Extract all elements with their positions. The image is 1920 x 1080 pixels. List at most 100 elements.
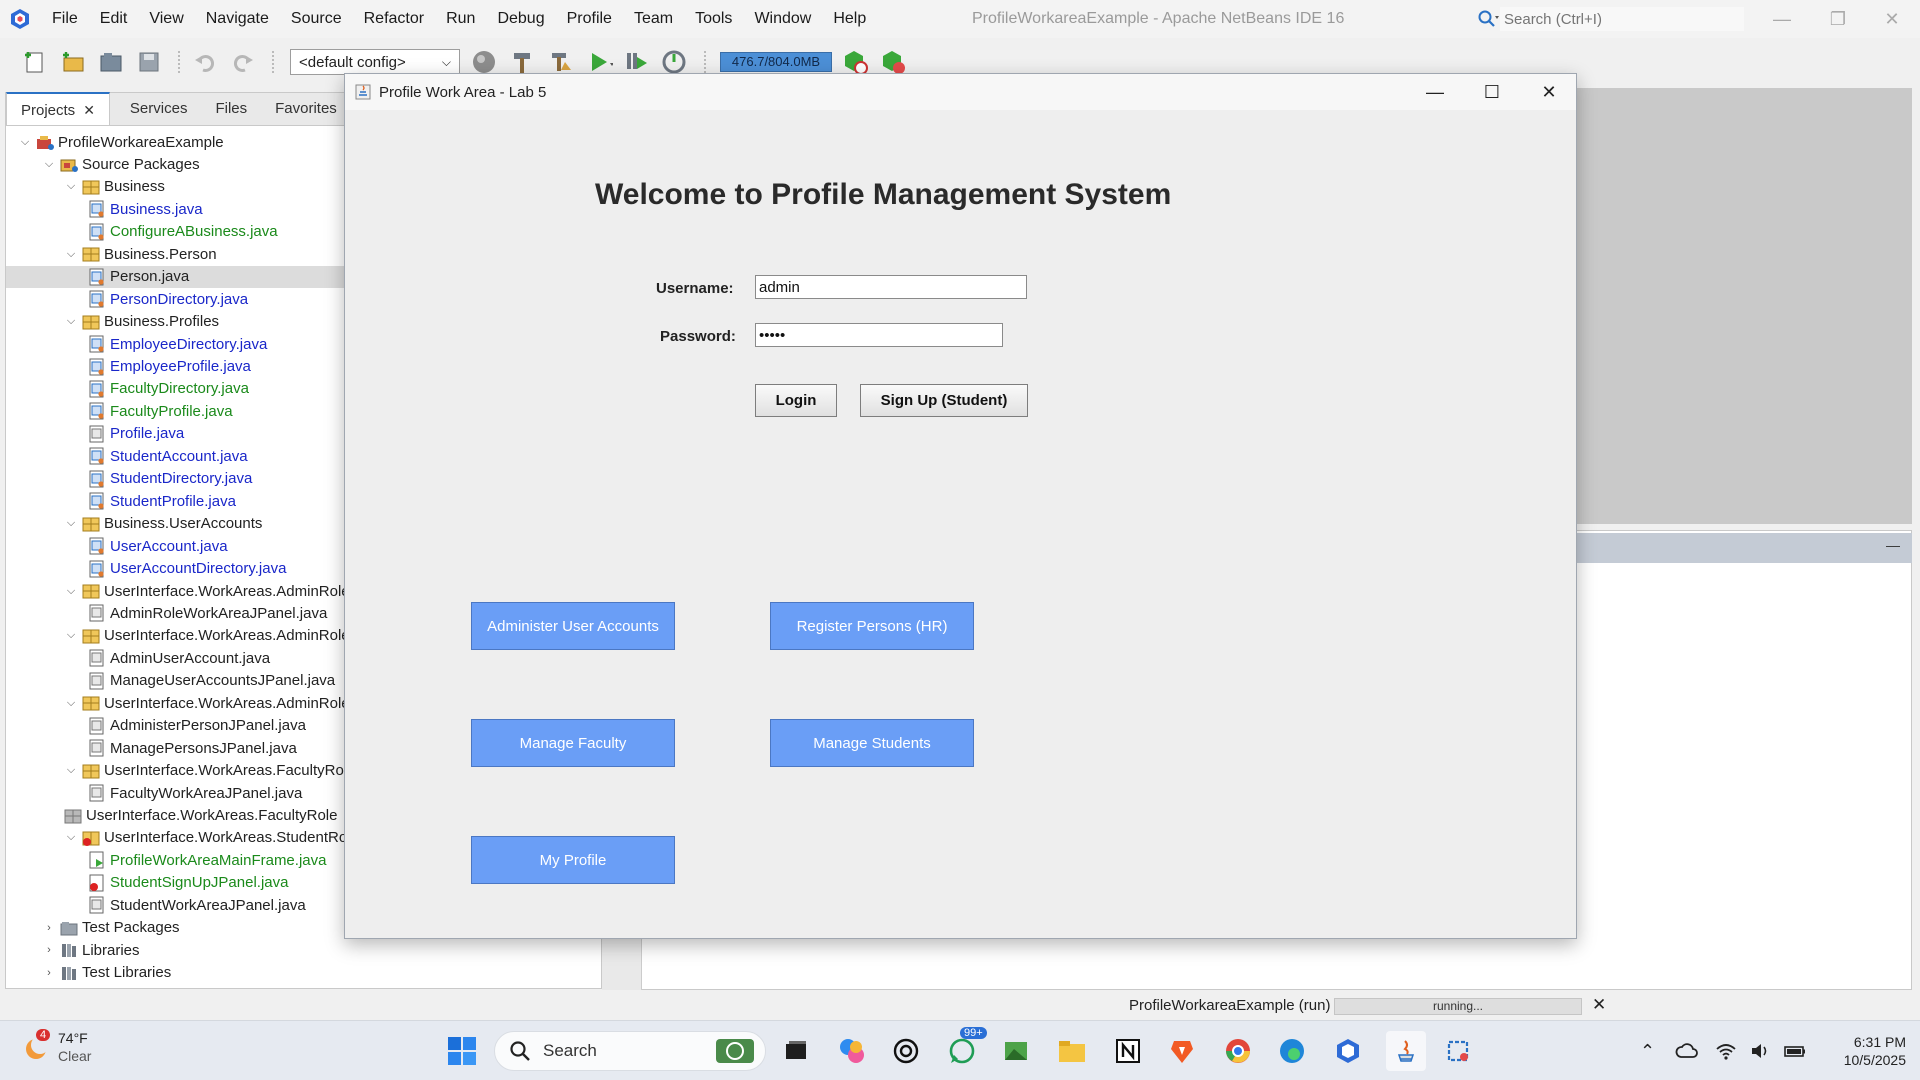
chevron-down-icon[interactable]: ⌵	[64, 629, 78, 642]
new-file-button[interactable]	[18, 45, 52, 79]
redo-button[interactable]	[226, 45, 260, 79]
chevron-right-icon[interactable]: ›	[42, 922, 56, 934]
chevron-down-icon[interactable]: ⌵	[64, 180, 78, 193]
tab-projects[interactable]: Projects ✕	[6, 92, 110, 125]
snipping-tool-button[interactable]	[1442, 1035, 1474, 1067]
manage-faculty-button[interactable]: Manage Faculty	[471, 719, 675, 767]
file-explorer-button[interactable]	[1056, 1035, 1088, 1067]
chevron-right-icon[interactable]: ›	[42, 944, 56, 956]
signup-student-button[interactable]: Sign Up (Student)	[860, 384, 1028, 417]
maximize-icon: ☐	[1483, 81, 1501, 102]
ide-window-title: ProfileWorkareaExample - Apache NetBeans…	[972, 10, 1345, 27]
ide-search[interactable]	[1476, 6, 1750, 32]
chevron-down-icon[interactable]: ⌵	[64, 831, 78, 844]
start-button[interactable]	[446, 1035, 478, 1067]
netbeans-task-button[interactable]	[1332, 1035, 1364, 1067]
javaplain-icon	[88, 717, 106, 735]
brave-button[interactable]	[1166, 1035, 1198, 1067]
minimize-output-icon[interactable]: —	[1886, 537, 1900, 553]
config-dropdown[interactable]: <default config> ⌵	[290, 49, 460, 75]
menu-tools[interactable]: Tools	[684, 0, 743, 38]
copilot-button[interactable]	[836, 1035, 868, 1067]
chevron-down-icon[interactable]: ⌵	[64, 585, 78, 598]
chevron-right-icon[interactable]: ›	[42, 967, 56, 979]
menu-view[interactable]: View	[138, 0, 194, 38]
menu-file[interactable]: File	[41, 0, 89, 38]
app-maximize-button[interactable]: ☐	[1463, 74, 1521, 110]
app-close-button[interactable]: ✕	[1520, 74, 1578, 110]
ide-minimize-button[interactable]: —	[1754, 0, 1810, 38]
menu-debug[interactable]: Debug	[486, 0, 555, 38]
register-persons-button[interactable]: Register Persons (HR)	[770, 602, 974, 650]
menu-run[interactable]: Run	[435, 0, 486, 38]
menu-refactor[interactable]: Refactor	[353, 0, 435, 38]
task-view-button[interactable]	[780, 1035, 812, 1067]
tab-services[interactable]: Services	[116, 92, 202, 125]
tree-node[interactable]: › Test Libraries	[6, 962, 601, 984]
folder-icon	[60, 919, 78, 937]
tab-files[interactable]: Files	[201, 92, 261, 125]
administer-user-accounts-button[interactable]: Administer User Accounts	[471, 602, 675, 650]
menu-help[interactable]: Help	[822, 0, 877, 38]
manage-students-button[interactable]: Manage Students	[770, 719, 974, 767]
pkg-icon	[82, 313, 100, 331]
wifi-icon[interactable]	[1715, 1041, 1737, 1061]
ide-search-input[interactable]	[1500, 7, 1744, 31]
memory-usage-bar[interactable]: 476.7/804.0MB	[720, 52, 832, 72]
new-project-icon	[63, 52, 84, 72]
tree-node-label: StudentProfile.java	[110, 492, 236, 510]
edge-button[interactable]	[1276, 1035, 1308, 1067]
weather-widget[interactable]: 4 74°F Clear	[22, 1029, 91, 1065]
login-button[interactable]: Login	[755, 384, 837, 417]
menu-profile[interactable]: Profile	[556, 0, 623, 38]
run-task-label[interactable]: ProfileWorkareaExample (run)	[1129, 992, 1330, 1020]
menu-edit[interactable]: Edit	[89, 0, 139, 38]
javaplain-icon	[88, 896, 106, 914]
open-project-button[interactable]	[94, 45, 128, 79]
password-label: Password:	[660, 328, 736, 345]
menu-window[interactable]: Window	[743, 0, 822, 38]
username-field[interactable]	[755, 275, 1027, 299]
chevron-down-icon[interactable]: ⌵	[18, 136, 32, 149]
close-icon[interactable]: ✕	[1592, 995, 1606, 1015]
toolbar-separator	[272, 51, 274, 73]
chevron-down-icon[interactable]: ⌵	[42, 158, 56, 171]
undo-button[interactable]	[188, 45, 222, 79]
save-all-button[interactable]	[132, 45, 166, 79]
cloud-icon[interactable]	[1675, 1041, 1699, 1061]
notion-button[interactable]	[1112, 1035, 1144, 1067]
battery-icon[interactable]	[1783, 1041, 1807, 1061]
taskbar-search[interactable]: Search	[494, 1031, 766, 1071]
chevron-down-icon[interactable]: ⌵	[64, 697, 78, 710]
chevron-down-icon[interactable]: ⌵	[64, 248, 78, 261]
ide-close-button[interactable]: ✕	[1864, 0, 1920, 38]
chrome-button[interactable]	[1222, 1035, 1254, 1067]
tab-projects-label: Projects	[21, 102, 76, 119]
ide-restore-button[interactable]: ❐	[1810, 0, 1866, 38]
app-minimize-button[interactable]: —	[1406, 74, 1464, 110]
menu-navigate[interactable]: Navigate	[195, 0, 280, 38]
java-app-task-button[interactable]	[1386, 1031, 1426, 1071]
photos-button[interactable]	[1000, 1035, 1032, 1067]
tree-node[interactable]: › Libraries	[6, 939, 601, 961]
chevron-up-icon[interactable]: ⌃	[1640, 1041, 1655, 1062]
volume-icon[interactable]	[1749, 1041, 1771, 1061]
chevron-down-icon[interactable]: ⌵	[64, 764, 78, 777]
chatgpt-button[interactable]	[890, 1035, 922, 1067]
new-project-button[interactable]	[56, 45, 90, 79]
pkg-icon	[82, 245, 100, 263]
app-title-bar[interactable]: Profile Work Area - Lab 5 — ☐ ✕	[345, 74, 1576, 110]
menu-source[interactable]: Source	[280, 0, 353, 38]
my-profile-button[interactable]: My Profile	[471, 836, 675, 884]
tree-node-label: UserInterface.WorkAreas.AdminRole	[104, 582, 350, 600]
close-icon[interactable]: ✕	[83, 102, 95, 118]
menu-team[interactable]: Team	[623, 0, 684, 38]
password-field[interactable]	[755, 323, 1003, 347]
chevron-down-icon[interactable]: ⌵	[64, 517, 78, 530]
system-clock[interactable]: 6:31 PM 10/5/2025	[1822, 1033, 1906, 1069]
javaplain-icon	[88, 604, 106, 622]
tab-favorites[interactable]: Favorites	[261, 92, 351, 125]
whatsapp-button[interactable]: 99+	[946, 1027, 987, 1067]
chevron-down-icon[interactable]: ⌵	[64, 315, 78, 328]
splitter[interactable]	[602, 930, 642, 990]
